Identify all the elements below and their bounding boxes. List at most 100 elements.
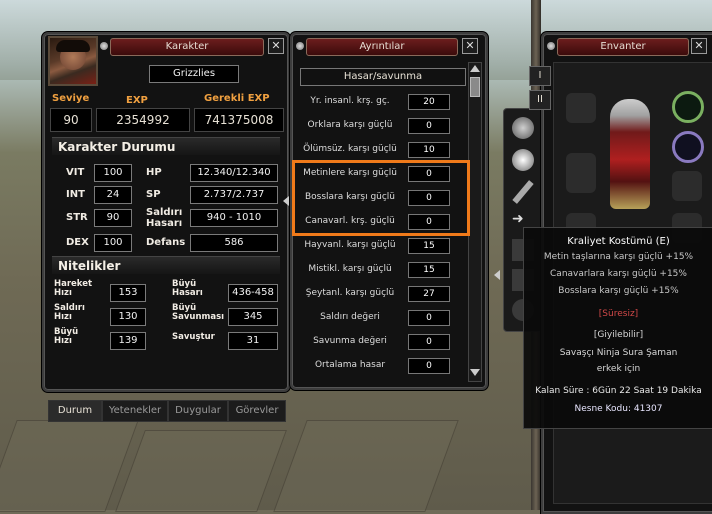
collapse-arrow-icon[interactable] [283,196,289,206]
magic-speed-value: 139 [110,332,146,350]
expand-arrow-icon[interactable] [494,270,500,280]
tooltip-bonus-2: Canavarlara karşı güçlü +15% [550,269,687,279]
traits-header: Nitelikler [52,256,280,274]
details-section-header: Hasar/savunma [300,68,466,86]
detail-row-label: Savunma değeri [313,336,387,346]
attack-speed-label-2: Hızı [54,312,72,322]
inventory-title[interactable]: Envanter [557,38,689,56]
hp-value: 12.340/12.340 [190,164,278,182]
detail-row-value: 0 [408,310,450,326]
sp-label: SP [146,189,161,200]
tooltip-item-name: Kraliyet Kostümü (E) [567,236,670,247]
magic-defense-label: Büyü Savunması [172,304,224,322]
int-value: 24 [94,186,132,204]
exp-label: EXP [126,95,148,106]
magic-damage-label-2: Hasarı [172,288,203,298]
tab-status[interactable]: Durum [48,400,102,422]
evasion-value: 31 [228,332,278,350]
scrollbar[interactable] [468,62,482,382]
sword-icon[interactable] [512,180,534,204]
slot-icon[interactable] [672,171,702,201]
scroll-up-arrow[interactable] [470,65,480,72]
orb-icon[interactable] [512,149,534,171]
item-tooltip: Kraliyet Kostümü (E) Metin taşlarına kar… [523,227,712,429]
defense-label: Defans [146,237,186,248]
tooltip-item-code: Nesne Kodu: 41307 [524,404,712,414]
exp-value: 2354992 [96,108,190,132]
attack-label: Saldırı Hasarı [146,207,182,229]
level-label: Seviye [52,93,90,104]
detail-row-value: 15 [408,238,450,254]
magic-speed-label-2: Hızı [54,336,72,346]
sp-value: 2.737/2.737 [190,186,278,204]
slot-icon[interactable] [566,153,596,193]
detail-row: Mistikl. karşı güçlü 15 [296,262,466,280]
arrow-right-icon[interactable]: ➜ [512,212,534,226]
detail-row: Hayvanl. karşı güçlü 15 [296,238,466,256]
detail-row-value: 0 [408,358,450,374]
close-icon[interactable]: ✕ [462,38,478,54]
close-icon[interactable]: ✕ [691,38,707,54]
tooltip-classes: Savaşçı Ninja Sura Şaman [559,348,678,358]
detail-row: Ölümsüz. karşı güçlü 10 [296,142,466,160]
scroll-thumb[interactable] [470,77,480,97]
tooltip-remaining-time: Kalan Süre : 6Gün 22 Saat 19 Dakika [535,386,702,396]
detail-row-label: Hayvanl. karşı güçlü [304,240,396,250]
str-value: 90 [94,209,132,227]
defense-value: 586 [190,234,278,252]
detail-row-value: 20 [408,94,450,110]
detail-row-value: 0 [408,118,450,134]
str-label: STR [66,212,88,223]
detail-row: Saldırı değeri 0 [296,310,466,328]
magic-defense-value: 345 [228,308,278,326]
detail-row-value: 15 [408,262,450,278]
slot-icon[interactable] [566,93,596,123]
ring-icon[interactable] [672,131,704,163]
detail-row-value: 10 [408,142,450,158]
move-speed-label-2: Hızı [54,288,72,298]
detail-row-label: Şeytanl. karşı güçlü [305,288,395,298]
move-speed-label: Hareket Hızı [54,280,92,298]
vit-value: 100 [94,164,132,182]
level-value: 90 [50,108,92,132]
armor-icon [610,99,650,209]
tab-emotions[interactable]: Duygular [168,400,228,422]
details-title[interactable]: Ayrıntılar [306,38,458,56]
window-pin [296,42,304,50]
pouch-icon[interactable] [512,117,534,139]
scroll-down-arrow[interactable] [470,369,480,376]
attack-value: 940 - 1010 [190,209,278,227]
attack-speed-label: Saldırı Hızı [54,304,85,322]
attack-label-line2: Hasarı [146,218,183,229]
tab-skills[interactable]: Yetenekler [102,400,168,422]
dex-label: DEX [66,237,89,248]
detail-row-label: Orklara karşı güçlü [307,120,393,130]
detail-row-label: Saldırı değeri [320,312,380,322]
character-portrait [48,36,98,86]
close-icon[interactable]: ✕ [268,38,284,54]
floor-tile [115,430,287,512]
character-name: Grizzlies [149,65,239,83]
int-label: INT [66,189,85,200]
tab-quests[interactable]: Görevler [228,400,286,422]
detail-row-label: Yr. insanl. krş. gç. [310,96,390,106]
detail-row: Orklara karşı güçlü 0 [296,118,466,136]
tooltip-code-label: Nesne Kodu: [574,404,631,414]
page-tab-1[interactable]: I [529,66,551,86]
character-window: Karakter ✕ Grizzlies Seviye EXP Gerekli … [42,32,290,422]
page-tab-2[interactable]: II [529,90,551,110]
detail-row-label: Ortalama hasar [314,360,386,370]
character-title[interactable]: Karakter [110,38,264,56]
tooltip-bonus-3: Bosslara karşı güçlü +15% [558,286,679,296]
tooltip-wearable-label: [Giyilebilir] [593,330,644,340]
dex-value: 100 [94,234,132,252]
detail-row: Savunma değeri 0 [296,334,466,352]
ring-icon[interactable] [672,91,704,123]
window-pin [547,42,555,50]
hp-label: HP [146,167,162,178]
detail-row-value: 0 [408,334,450,350]
character-status-header: Karakter Durumu [52,137,280,155]
attack-label-line1: Saldırı [146,207,183,218]
magic-damage-label: Büyü Hasarı [172,280,203,298]
magic-defense-label-2: Savunması [172,312,225,322]
